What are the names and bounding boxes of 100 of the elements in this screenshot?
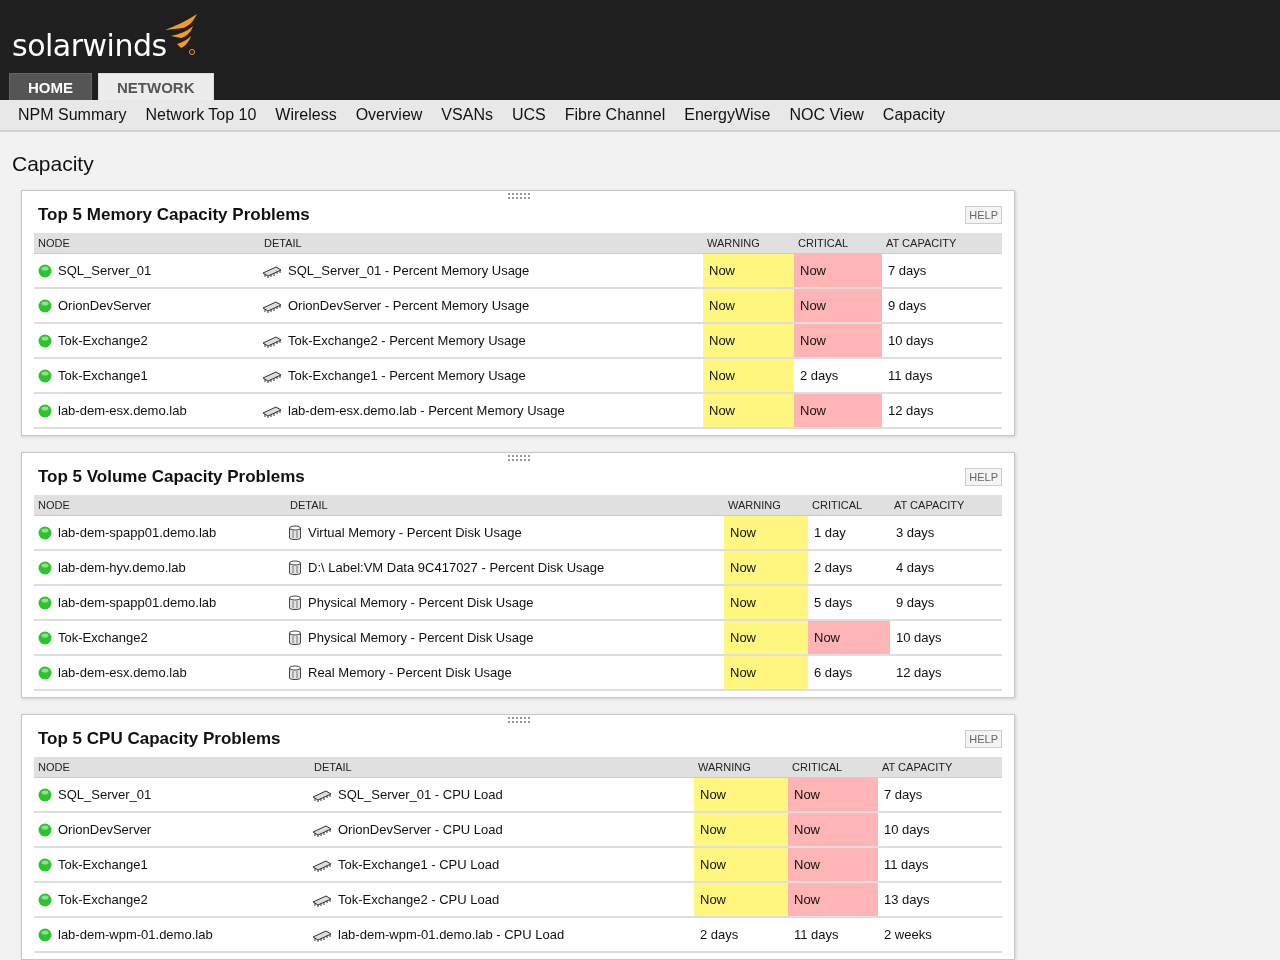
- table-cell: 13 days: [878, 882, 1002, 917]
- table-cell: 10 days: [878, 812, 1002, 847]
- detail-link[interactable]: Tok-Exchange2 - Percent Memory Usage: [288, 333, 526, 349]
- subnav-link[interactable]: Capacity: [882, 106, 946, 124]
- table-cell: Now: [694, 882, 788, 917]
- table-cell: Now: [724, 550, 808, 585]
- table-cell: Now: [724, 585, 808, 620]
- column-header: WARNING: [694, 757, 788, 778]
- table-cell: Now: [694, 812, 788, 847]
- drag-handle-icon: [508, 455, 532, 461]
- subnav-link[interactable]: NPM Summary: [18, 106, 127, 124]
- subnav-link[interactable]: UCS: [511, 106, 546, 124]
- node-link[interactable]: OrionDevServer: [58, 298, 152, 314]
- column-header: DETAIL: [286, 495, 724, 516]
- subnav-link[interactable]: Network Top 10: [145, 106, 257, 124]
- status-dot-icon: [38, 928, 52, 943]
- nav-tab[interactable]: NETWORK: [98, 73, 214, 100]
- page-title: Capacity: [11, 151, 95, 177]
- status-dot-icon: [38, 858, 52, 873]
- memory-chip-icon: [262, 299, 282, 314]
- detail-link[interactable]: Tok-Exchange2 - CPU Load: [338, 892, 500, 908]
- detail-link[interactable]: SQL_Server_01 - Percent Memory Usage: [288, 263, 530, 279]
- table-cell: 11 days: [882, 358, 1002, 393]
- node-link[interactable]: Tok-Exchange1: [58, 368, 148, 384]
- memory-chip-icon: [262, 369, 282, 384]
- node-link[interactable]: lab-dem-hyv.demo.lab: [58, 560, 186, 576]
- panel-title: Top 5 Volume Capacity Problems: [38, 467, 305, 487]
- table-cell: 7 days: [878, 777, 1002, 812]
- column-header: NODE: [34, 495, 286, 516]
- detail-link[interactable]: Tok-Exchange1 - CPU Load: [338, 857, 500, 873]
- node-link[interactable]: Tok-Exchange1: [58, 857, 148, 873]
- panel-title: Top 5 CPU Capacity Problems: [38, 729, 281, 749]
- status-dot-icon: [38, 334, 52, 349]
- detail-link[interactable]: OrionDevServer - Percent Memory Usage: [288, 298, 530, 314]
- detail-link[interactable]: Physical Memory - Percent Disk Usage: [308, 595, 534, 611]
- subnav-link[interactable]: VSANs: [441, 106, 493, 124]
- subnav-link[interactable]: Overview: [355, 106, 423, 124]
- node-link[interactable]: Tok-Exchange2: [58, 630, 148, 646]
- table-cell: Now: [794, 323, 882, 358]
- node-link[interactable]: OrionDevServer: [58, 822, 152, 838]
- table-cell: Now: [703, 288, 794, 323]
- table-cell: Now: [794, 253, 882, 288]
- node-link[interactable]: lab-dem-esx.demo.lab: [58, 403, 187, 419]
- help-button[interactable]: HELP: [965, 206, 1002, 224]
- subnav-link[interactable]: Fibre Channel: [564, 106, 666, 124]
- node-link[interactable]: lab-dem-spapp01.demo.lab: [58, 595, 217, 611]
- memory-chip-icon: [262, 404, 282, 419]
- detail-link[interactable]: Physical Memory - Percent Disk Usage: [308, 630, 534, 646]
- status-dot-icon: [38, 264, 52, 279]
- table-cell: 3 days: [890, 515, 1002, 550]
- drag-handle-icon: [508, 717, 532, 723]
- status-dot-icon: [38, 561, 52, 576]
- column-header: WARNING: [703, 233, 794, 254]
- node-link[interactable]: SQL_Server_01: [58, 787, 152, 803]
- node-link[interactable]: lab-dem-wpm-01.demo.lab: [58, 927, 213, 943]
- column-header: NODE: [34, 233, 260, 254]
- node-link[interactable]: lab-dem-spapp01.demo.lab: [58, 525, 217, 541]
- detail-link[interactable]: OrionDevServer - CPU Load: [338, 822, 503, 838]
- detail-link[interactable]: Real Memory - Percent Disk Usage: [308, 665, 512, 681]
- status-dot-icon: [38, 631, 52, 646]
- help-button[interactable]: HELP: [965, 468, 1002, 486]
- table-cell: 9 days: [882, 288, 1002, 323]
- table-cell: 1 day: [808, 515, 890, 550]
- column-header: CRITICAL: [794, 233, 882, 254]
- subnav-link[interactable]: NOC View: [789, 106, 864, 124]
- detail-link[interactable]: lab-dem-wpm-01.demo.lab - CPU Load: [338, 927, 565, 943]
- table-cell: Now: [724, 655, 808, 690]
- node-link[interactable]: SQL_Server_01: [58, 263, 152, 279]
- table-cell: Now: [703, 253, 794, 288]
- table-cell: Now: [794, 288, 882, 323]
- node-link[interactable]: Tok-Exchange2: [58, 333, 148, 349]
- node-link[interactable]: Tok-Exchange2: [58, 892, 148, 908]
- detail-link[interactable]: D:\ Label:VM Data 9C417027 - Percent Disk Usage: [308, 560, 605, 576]
- detail-link[interactable]: SQL_Server_01 - CPU Load: [338, 787, 503, 803]
- subnav-link[interactable]: Wireless: [275, 106, 337, 124]
- help-button[interactable]: HELP: [965, 730, 1002, 748]
- table-cell: Now: [694, 777, 788, 812]
- nav-tab[interactable]: HOME: [9, 73, 92, 100]
- detail-link[interactable]: Virtual Memory - Percent Disk Usage: [308, 525, 522, 541]
- table-cell: Now: [794, 393, 882, 428]
- table-cell: 2 days: [808, 550, 890, 585]
- drag-handle-icon: [508, 193, 532, 199]
- logo-text: solarwinds: [12, 28, 167, 63]
- table-cell: Now: [724, 620, 808, 655]
- column-header: CRITICAL: [788, 757, 878, 778]
- table-cell: Now: [703, 358, 794, 393]
- table-cell: Now: [788, 777, 878, 812]
- table-cell: Now: [808, 620, 890, 655]
- table-cell: 4 days: [890, 550, 1002, 585]
- table-cell: Now: [788, 882, 878, 917]
- detail-link[interactable]: Tok-Exchange1 - Percent Memory Usage: [288, 368, 526, 384]
- subnav-link[interactable]: EnergyWise: [684, 106, 771, 124]
- detail-link[interactable]: lab-dem-esx.demo.lab - Percent Memory Usage: [288, 403, 565, 419]
- table-cell: Now: [694, 847, 788, 882]
- status-dot-icon: [38, 788, 52, 803]
- column-header: AT CAPACITY: [878, 757, 1002, 778]
- status-dot-icon: [38, 526, 52, 541]
- memory-chip-icon: [262, 264, 282, 279]
- node-link[interactable]: lab-dem-esx.demo.lab: [58, 665, 187, 681]
- status-dot-icon: [38, 299, 52, 314]
